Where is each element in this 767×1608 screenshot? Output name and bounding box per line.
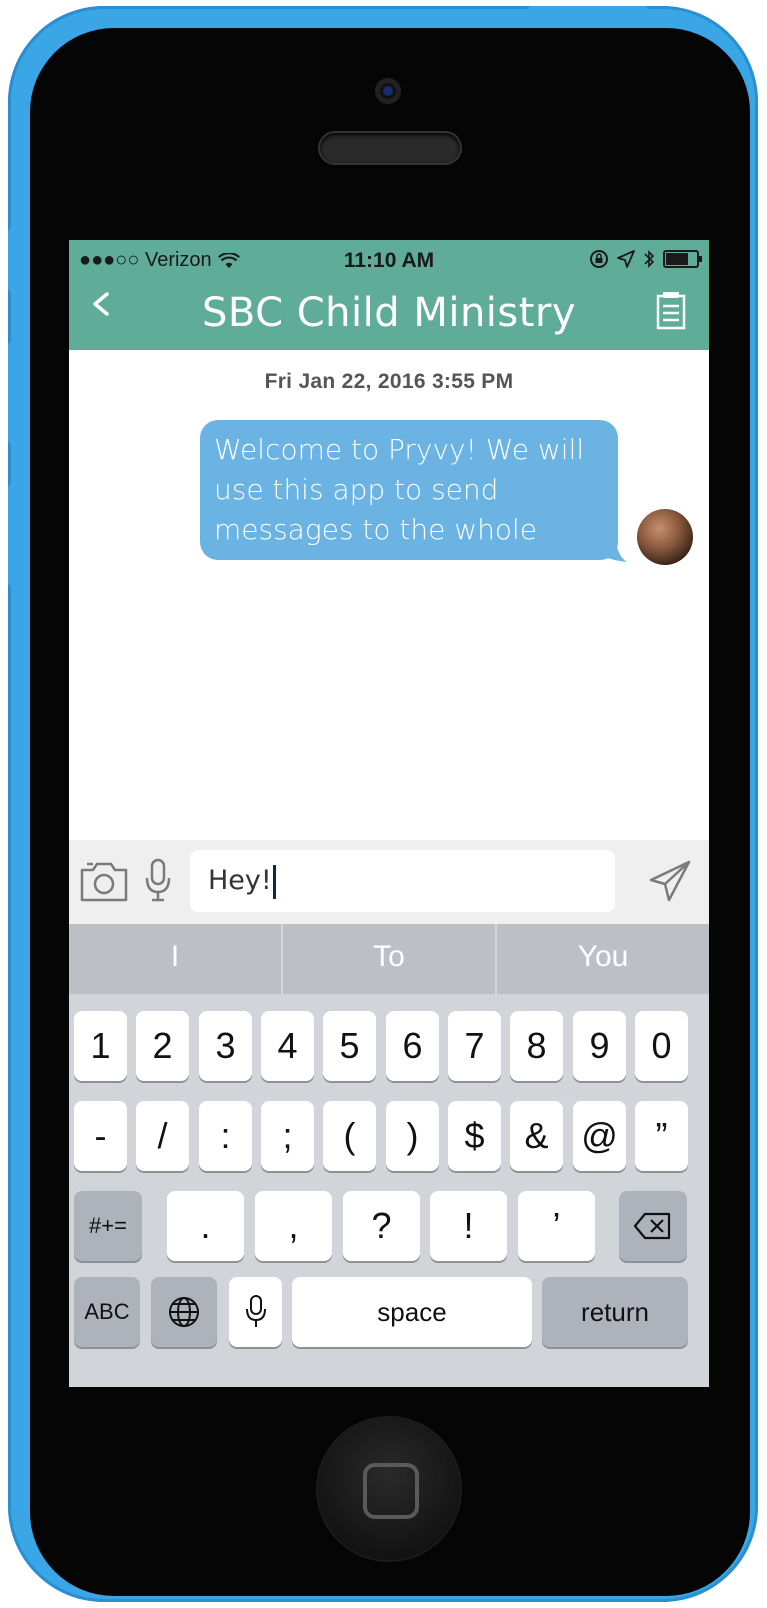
front-camera: [375, 78, 401, 104]
home-button[interactable]: [318, 1418, 460, 1560]
key-quote[interactable]: ”: [635, 1101, 688, 1171]
app-screen: ●●●○○ Verizon 11:10 AM SBC Child Ministr…: [69, 240, 709, 1387]
globe-icon: [169, 1297, 199, 1327]
home-square-icon: [363, 1463, 419, 1519]
message-input[interactable]: Hey!: [190, 850, 615, 912]
key-6[interactable]: 6: [386, 1011, 439, 1081]
key-comma[interactable]: ,: [255, 1191, 332, 1261]
key-dollar[interactable]: $: [448, 1101, 501, 1171]
rotation-lock-icon: [590, 250, 608, 268]
key-semicolon[interactable]: ;: [261, 1101, 314, 1171]
suggestion-item[interactable]: I: [69, 924, 283, 994]
key-1[interactable]: 1: [74, 1011, 127, 1081]
suggestion-item[interactable]: You: [497, 924, 709, 994]
paper-plane-icon[interactable]: [647, 858, 693, 904]
battery-icon: [663, 250, 702, 268]
key-hyphen[interactable]: -: [74, 1101, 127, 1171]
key-3[interactable]: 3: [199, 1011, 252, 1081]
key-period[interactable]: .: [167, 1191, 244, 1261]
location-icon: [617, 250, 635, 268]
key-apostrophe[interactable]: ’: [518, 1191, 595, 1261]
suggestion-bar: I To You: [69, 924, 709, 994]
key-question[interactable]: ?: [343, 1191, 420, 1261]
key-0[interactable]: 0: [635, 1011, 688, 1081]
key-7[interactable]: 7: [448, 1011, 501, 1081]
key-ampersand[interactable]: &: [510, 1101, 563, 1171]
bubble-tail: [599, 536, 627, 562]
return-key[interactable]: return: [542, 1277, 688, 1347]
key-at[interactable]: @: [573, 1101, 626, 1171]
abc-key[interactable]: ABC: [74, 1277, 140, 1347]
space-key[interactable]: space: [292, 1277, 532, 1347]
volume-up-button: [8, 342, 18, 444]
composer-bar: Hey!: [69, 840, 709, 924]
key-4[interactable]: 4: [261, 1011, 314, 1081]
key-slash[interactable]: /: [136, 1101, 189, 1171]
text-caret: [272, 864, 276, 899]
microphone-icon: [245, 1295, 266, 1327]
key-9[interactable]: 9: [573, 1011, 626, 1081]
bluetooth-icon: [644, 250, 655, 268]
key-close-paren[interactable]: ): [386, 1101, 439, 1171]
key-2[interactable]: 2: [136, 1011, 189, 1081]
backspace-key[interactable]: [619, 1191, 687, 1261]
message-timestamp: Fri Jan 22, 2016 3:55 PM: [264, 370, 514, 393]
keyboard: I To You 1 2 3 4 5 6 7 8 9 0 - / : ; ( )…: [69, 924, 709, 1387]
notes-icon[interactable]: [655, 290, 687, 332]
status-bar: ●●●○○ Verizon 11:10 AM: [69, 240, 709, 282]
key-open-paren[interactable]: (: [323, 1101, 376, 1171]
power-button: [528, 6, 648, 16]
key-8[interactable]: 8: [510, 1011, 563, 1081]
chevron-left-icon[interactable]: [81, 286, 125, 330]
microphone-icon[interactable]: [143, 856, 173, 906]
message-bubble[interactable]: Welcome to Pryvy! We will use this app t…: [200, 420, 618, 586]
volume-down-button: [8, 484, 18, 586]
globe-key[interactable]: [151, 1277, 217, 1347]
camera-icon[interactable]: [79, 856, 129, 906]
message-input-text: Hey!: [208, 865, 272, 896]
key-colon[interactable]: :: [199, 1101, 252, 1171]
key-5[interactable]: 5: [323, 1011, 376, 1081]
mute-switch: [8, 228, 18, 292]
backspace-icon: [633, 1212, 671, 1240]
nav-bar: SBC Child Ministry: [69, 282, 709, 350]
status-icons: [589, 249, 702, 269]
key-exclamation[interactable]: !: [430, 1191, 507, 1261]
dictation-key[interactable]: [229, 1277, 282, 1347]
earpiece-speaker: [320, 133, 460, 163]
symbols-mode-key[interactable]: #+=: [74, 1191, 142, 1261]
avatar[interactable]: [637, 509, 693, 565]
suggestion-item[interactable]: To: [283, 924, 497, 994]
page-title: SBC Child Ministry: [201, 290, 577, 336]
